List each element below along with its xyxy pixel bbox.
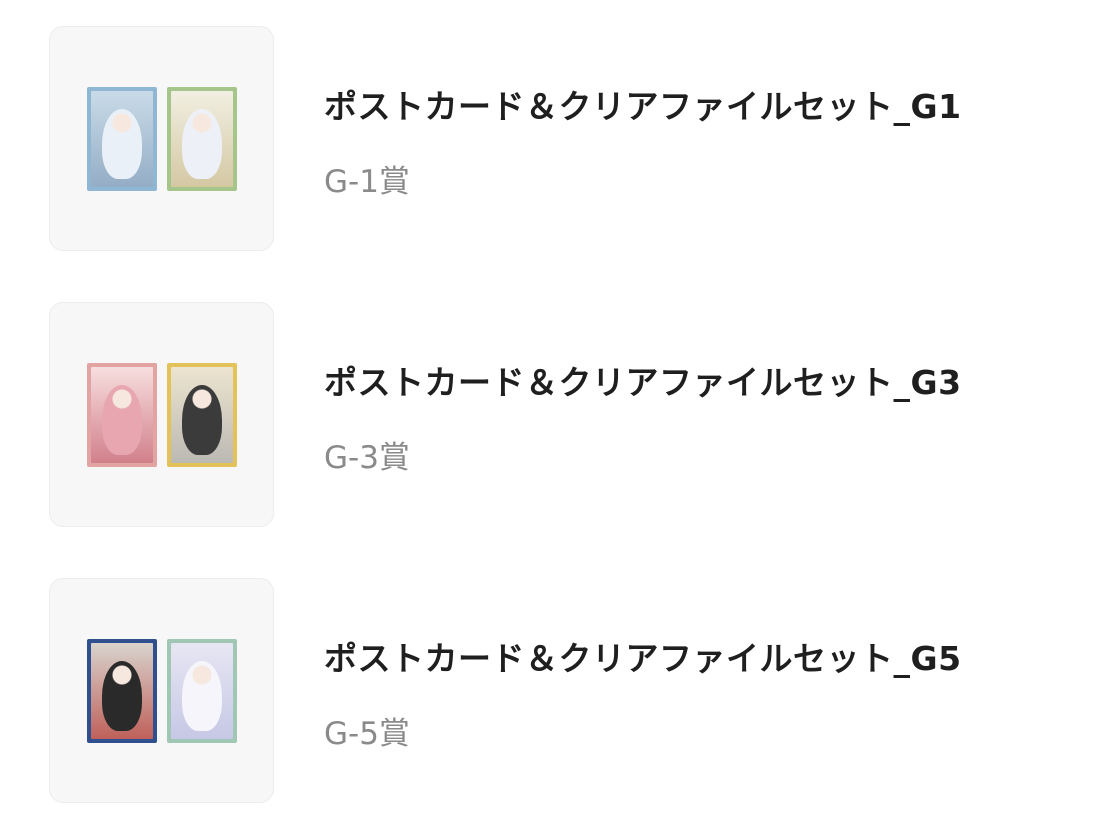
list-item[interactable]: ポストカード＆クリアファイルセット_G5 G-5賞: [0, 578, 1096, 806]
product-title[interactable]: ポストカード＆クリアファイルセット_G5: [324, 632, 962, 680]
list-item[interactable]: ポストカード＆クリアファイルセット_G3 G-3賞: [0, 302, 1096, 530]
postcard-image: [87, 639, 157, 743]
list-item[interactable]: ポストカード＆クリアファイルセット_G1 G-1賞: [0, 26, 1096, 254]
prize-label: G-1賞: [324, 164, 410, 200]
prize-label: G-3賞: [324, 440, 410, 476]
product-thumbnail[interactable]: [49, 302, 274, 527]
product-thumbnail[interactable]: [49, 578, 274, 803]
clear-file-image: [167, 639, 237, 743]
product-title[interactable]: ポストカード＆クリアファイルセット_G3: [324, 356, 962, 404]
postcard-image: [87, 363, 157, 467]
prize-label: G-5賞: [324, 716, 410, 752]
product-thumbnail[interactable]: [49, 26, 274, 251]
postcard-image: [87, 87, 157, 191]
product-title[interactable]: ポストカード＆クリアファイルセット_G1: [324, 80, 962, 128]
clear-file-image: [167, 87, 237, 191]
clear-file-image: [167, 363, 237, 467]
